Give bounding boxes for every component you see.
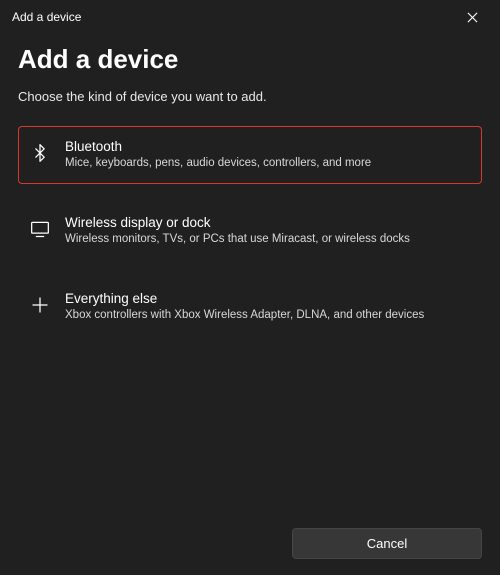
option-other-text: Everything else Xbox controllers with Xb… (65, 291, 471, 323)
dialog-content: Add a device Choose the kind of device y… (0, 34, 500, 514)
option-bluetooth[interactable]: Bluetooth Mice, keyboards, pens, audio d… (18, 126, 482, 184)
close-icon (467, 12, 478, 23)
window-title: Add a device (12, 10, 81, 24)
option-wireless-display[interactable]: Wireless display or dock Wireless monito… (18, 202, 482, 260)
option-everything-else[interactable]: Everything else Xbox controllers with Xb… (18, 278, 482, 336)
option-other-title: Everything else (65, 291, 471, 306)
close-button[interactable] (456, 5, 488, 29)
option-wireless-title: Wireless display or dock (65, 215, 471, 230)
cancel-button[interactable]: Cancel (292, 528, 482, 559)
option-other-desc: Xbox controllers with Xbox Wireless Adap… (65, 308, 471, 323)
option-bluetooth-title: Bluetooth (65, 139, 471, 154)
option-wireless-text: Wireless display or dock Wireless monito… (65, 215, 471, 247)
page-title: Add a device (18, 44, 482, 75)
option-wireless-desc: Wireless monitors, TVs, or PCs that use … (65, 232, 471, 247)
page-subtitle: Choose the kind of device you want to ad… (18, 89, 482, 104)
monitor-icon (29, 218, 51, 240)
option-bluetooth-text: Bluetooth Mice, keyboards, pens, audio d… (65, 139, 471, 171)
option-bluetooth-desc: Mice, keyboards, pens, audio devices, co… (65, 156, 471, 171)
dialog-footer: Cancel (0, 514, 500, 575)
plus-icon (29, 294, 51, 316)
bluetooth-icon (29, 142, 51, 164)
titlebar: Add a device (0, 0, 500, 34)
